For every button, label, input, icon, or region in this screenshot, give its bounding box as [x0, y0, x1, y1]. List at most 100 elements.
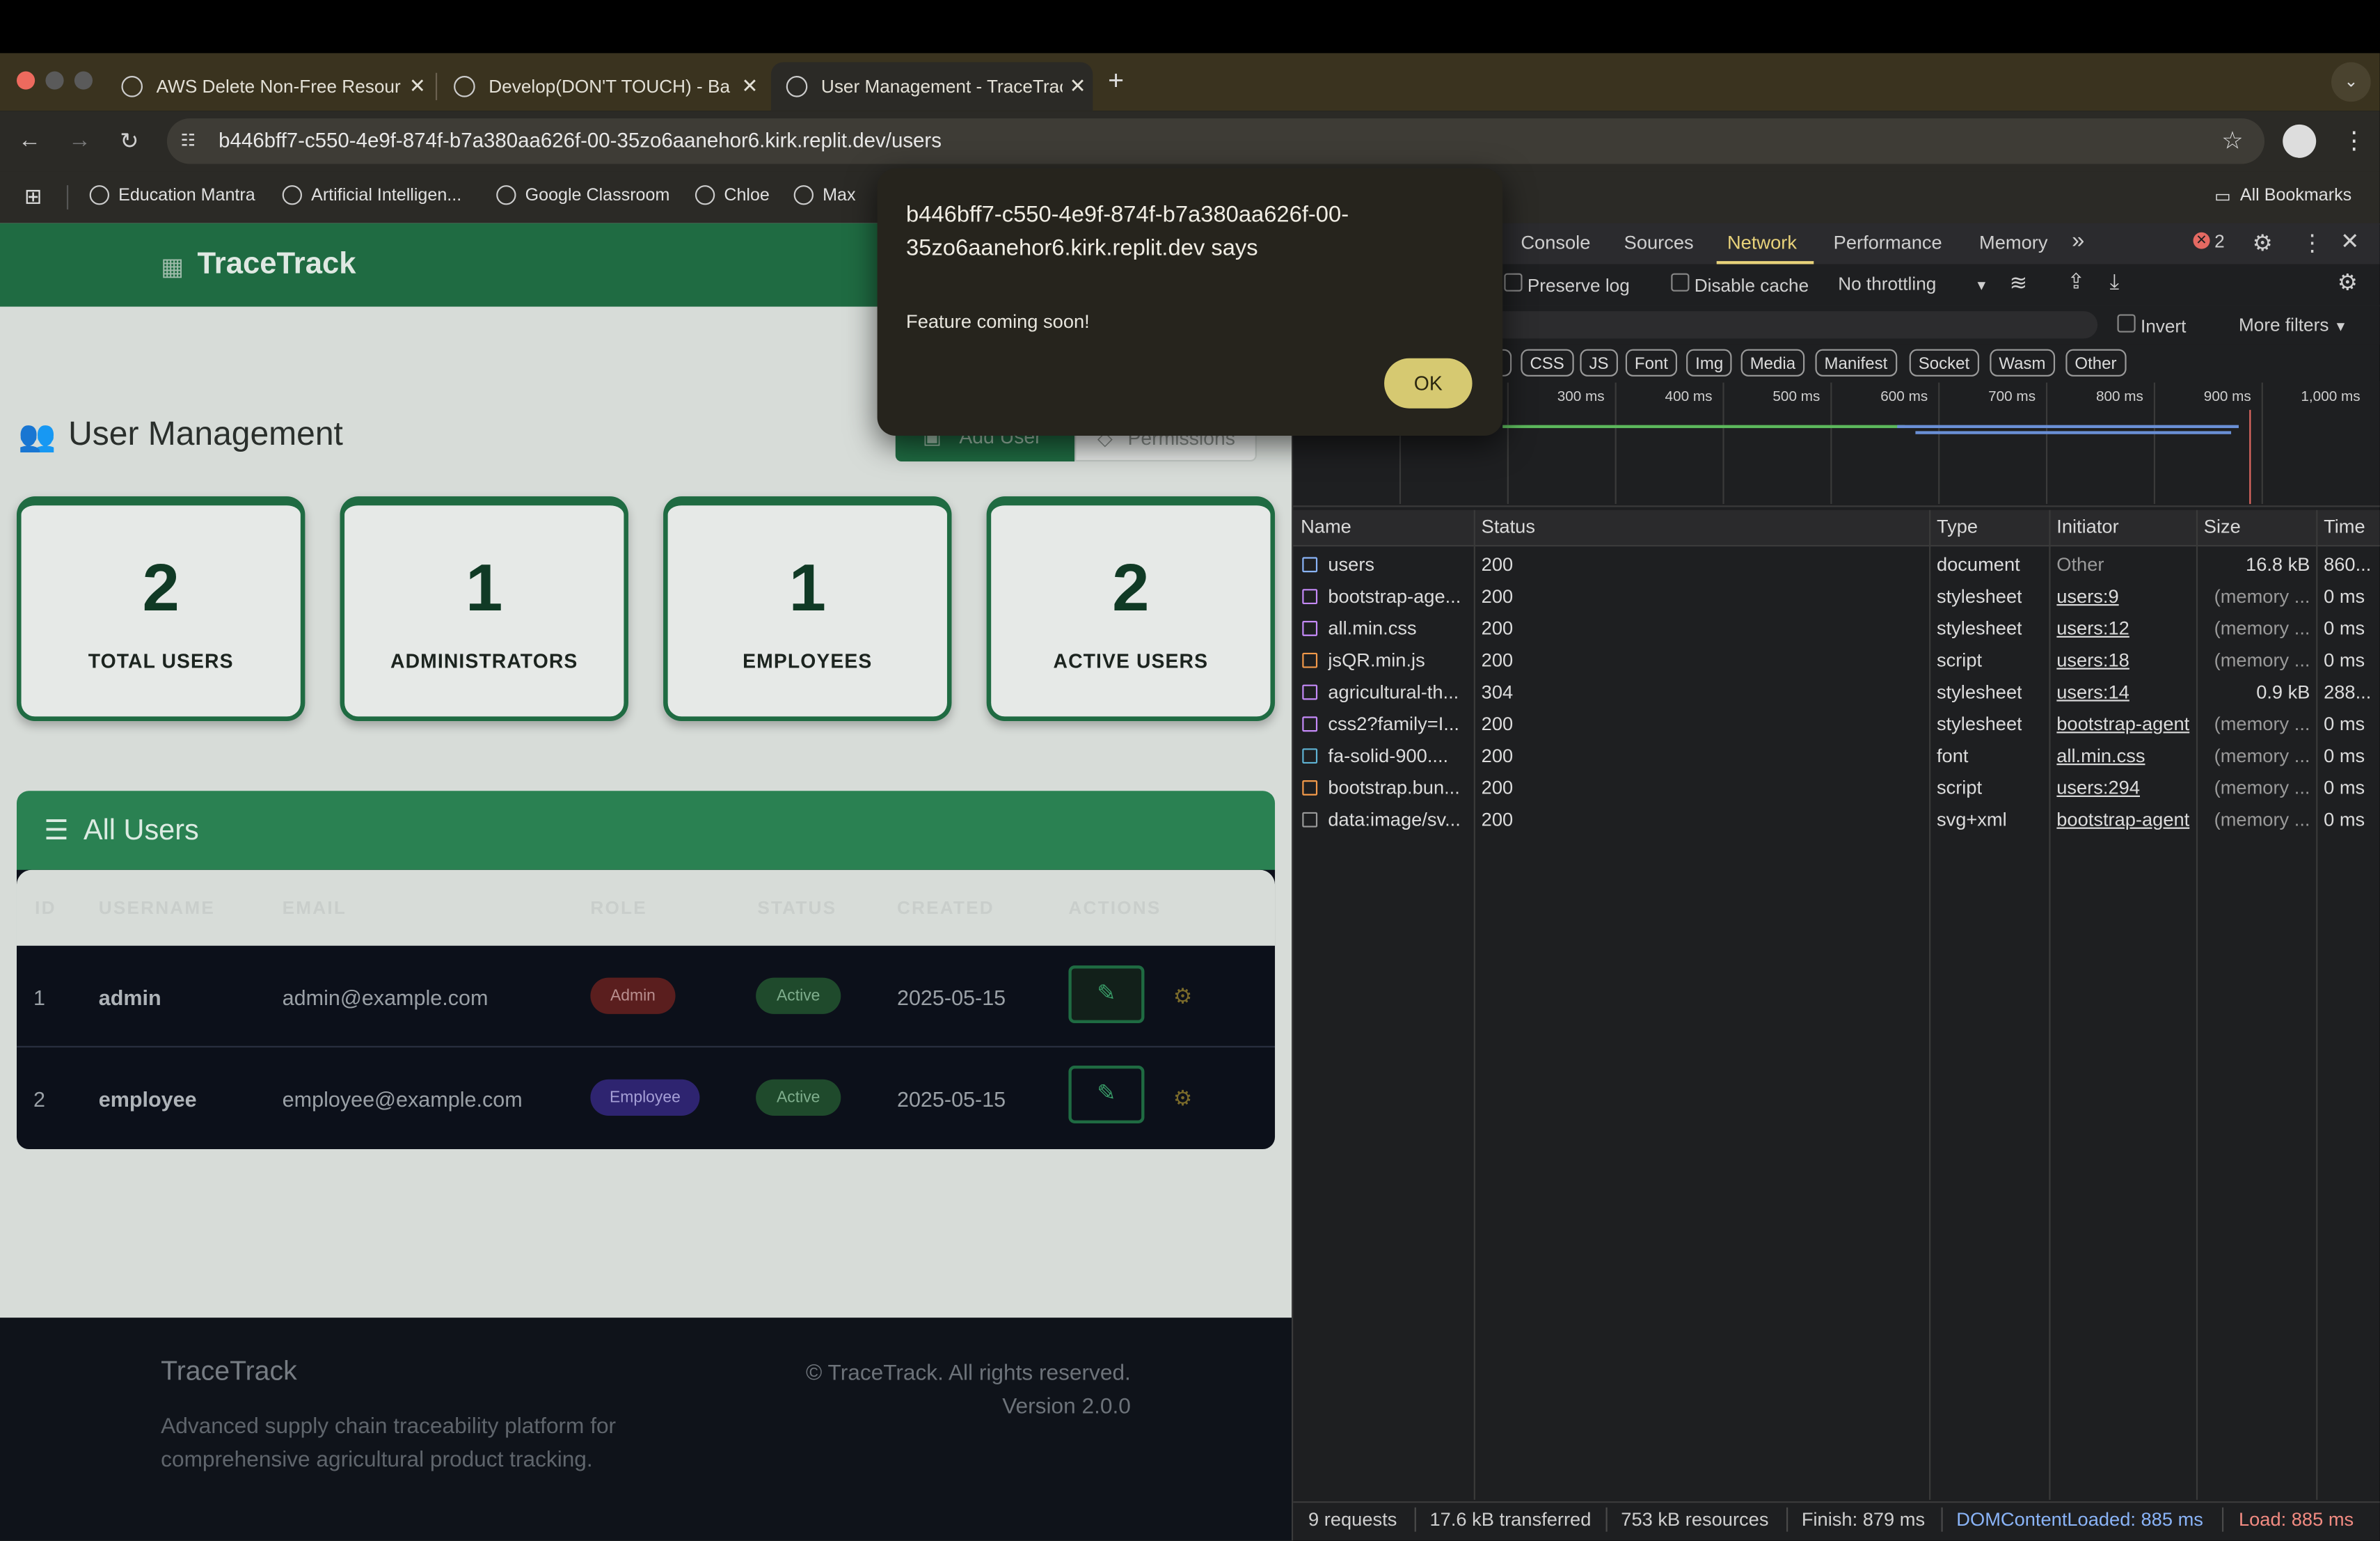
filter-chip-wasm[interactable]: Wasm	[1990, 349, 2055, 377]
cell-username: admin	[98, 985, 161, 1010]
tab-memory[interactable]: Memory	[1979, 232, 2047, 254]
filter-chip-js[interactable]: JS	[1580, 349, 1618, 377]
filter-chip-media[interactable]: Media	[1740, 349, 1805, 377]
request-time: 0 ms	[2324, 745, 2365, 767]
network-settings-icon[interactable]: ⚙	[2338, 269, 2358, 296]
request-name[interactable]: users	[1328, 554, 1470, 576]
request-name[interactable]: bootstrap-age...	[1328, 586, 1470, 608]
column-header: ACTIONS	[1068, 896, 1161, 919]
tab-network[interactable]: Network	[1727, 232, 1797, 254]
close-tab-icon[interactable]: ✕	[402, 74, 433, 99]
request-initiator[interactable]: users:14	[2056, 681, 2196, 703]
filter-chip-css[interactable]: CSS	[1521, 349, 1573, 377]
request-initiator[interactable]: all.min.css	[2056, 745, 2196, 767]
app-brand[interactable]: TraceTrack	[198, 248, 356, 283]
request-name[interactable]: css2?family=I...	[1328, 713, 1470, 735]
tab-sources[interactable]: Sources	[1624, 232, 1694, 254]
filter-chip-font[interactable]: Font	[1625, 349, 1678, 377]
close-devtools-icon[interactable]: ✕	[2340, 228, 2359, 255]
request-status: 200	[1481, 554, 1514, 576]
request-initiator[interactable]: users:9	[2056, 586, 2196, 608]
network-conditions-icon[interactable]: ≋	[2010, 270, 2028, 296]
request-initiator[interactable]: users:18	[2056, 649, 2196, 671]
column-size[interactable]: Size	[2204, 516, 2241, 538]
back-arrow-icon[interactable]: ←	[18, 127, 41, 153]
tab-performance[interactable]: Performance	[1834, 232, 1942, 254]
profile-avatar[interactable]	[2283, 124, 2317, 158]
invert-checkbox[interactable]: Invert	[2117, 314, 2186, 337]
site-settings-icon[interactable]: ☷	[181, 131, 203, 152]
ok-button[interactable]: OK	[1384, 358, 1473, 409]
devtools-menu-icon[interactable]: ⋮	[2301, 229, 2324, 257]
column-status[interactable]: Status	[1482, 516, 1535, 538]
bookmark-education-mantra[interactable]: Education Mantra	[89, 185, 255, 205]
filter-chip-socket[interactable]: Socket	[1909, 349, 1979, 377]
reload-icon[interactable]: ↻	[120, 127, 138, 155]
request-initiator[interactable]: bootstrap-agent	[2056, 713, 2196, 735]
filter-chip-img[interactable]: Img	[1686, 349, 1733, 377]
browser-menu-icon[interactable]: ⋮	[2342, 126, 2366, 157]
request-name[interactable]: agricultural-th...	[1328, 681, 1470, 703]
footer-meta: © TraceTrack. All rights reserved. Versi…	[806, 1357, 1131, 1424]
user-settings-icon[interactable]: ⚙	[1173, 983, 1192, 1009]
request-type: script	[1936, 777, 1983, 799]
request-status: 200	[1481, 777, 1514, 799]
throttling-select[interactable]: No throttling ▼	[1838, 274, 1988, 295]
preserve-log-checkbox[interactable]: Preserve log	[1504, 273, 1630, 296]
request-name[interactable]: all.min.css	[1328, 618, 1470, 640]
more-tabs-icon[interactable]: »	[2072, 228, 2084, 253]
export-har-icon[interactable]: ⤓	[2110, 269, 2120, 294]
timeline-gridline	[2045, 382, 2048, 505]
filter-chip-other[interactable]: Other	[2065, 349, 2126, 377]
request-size: (memory ...	[2214, 809, 2310, 831]
request-initiator[interactable]: users:12	[2056, 618, 2196, 640]
error-count[interactable]: 2	[2214, 231, 2225, 253]
request-initiator[interactable]: bootstrap-agent	[2056, 809, 2196, 830]
bookmark-artificial-intelligence[interactable]: Artificial Intelligen...	[282, 185, 461, 205]
request-name[interactable]: data:image/sv...	[1328, 809, 1470, 830]
forward-arrow-icon[interactable]: →	[68, 127, 91, 153]
url-text[interactable]: b446bff7-c550-4e9f-874f-b7a380aa626f-00-…	[219, 129, 942, 152]
column-time[interactable]: Time	[2324, 516, 2365, 538]
maximize-window-button[interactable]	[74, 71, 93, 90]
disable-cache-checkbox[interactable]: Disable cache	[1671, 273, 1809, 296]
close-window-button[interactable]	[16, 71, 35, 90]
request-initiator[interactable]: users:294	[2056, 777, 2196, 799]
filter-chip-manifest[interactable]: Manifest	[1815, 349, 1897, 377]
tab-console[interactable]: Console	[1521, 232, 1590, 254]
browser-tab-aws[interactable]: AWS Delete Non-Free Resour ✕	[106, 62, 433, 111]
status-badge: Active	[756, 977, 841, 1014]
browser-tab-develop[interactable]: Develop(DON'T TOUCH) - Ba ✕	[438, 62, 765, 111]
checkbox-box	[1671, 273, 1690, 292]
request-initiator[interactable]: Other	[2056, 554, 2196, 576]
minimize-window-button[interactable]	[45, 71, 64, 90]
timeline-tick: 400 ms	[1665, 388, 1713, 406]
column-name[interactable]: Name	[1301, 516, 1351, 538]
edit-user-button[interactable]: ✎	[1068, 1066, 1145, 1123]
all-users-title: All Users	[83, 815, 199, 847]
bookmark-star-icon[interactable]: ☆	[2221, 126, 2243, 157]
user-settings-icon[interactable]: ⚙	[1173, 1085, 1192, 1111]
devtools-settings-icon[interactable]: ⚙	[2253, 229, 2273, 257]
tab-search-chevron-icon[interactable]: ⌄	[2331, 62, 2371, 102]
browser-tab-user-management[interactable]: User Management - TraceTrac ✕	[770, 62, 1093, 111]
close-tab-icon[interactable]: ✕	[735, 74, 765, 99]
import-har-icon[interactable]: ⇪	[2068, 269, 2086, 294]
all-bookmarks[interactable]: ▭ All Bookmarks	[2214, 185, 2351, 206]
column-type[interactable]: Type	[1937, 516, 1978, 538]
close-tab-icon[interactable]: ✕	[1063, 74, 1093, 99]
bookmark-google-classroom[interactable]: Google Classroom	[496, 185, 669, 205]
bookmark-max[interactable]: Max	[793, 185, 856, 205]
apps-grid-icon[interactable]: ⊞	[24, 184, 47, 208]
column-initiator[interactable]: Initiator	[2056, 516, 2118, 538]
request-name[interactable]: jsQR.min.js	[1328, 649, 1470, 671]
bookmark-chloe[interactable]: Chloe	[695, 185, 770, 205]
address-bar[interactable]: ☷ b446bff7-c550-4e9f-874f-b7a380aa626f-0…	[166, 118, 2265, 164]
new-tab-button[interactable]: +	[1108, 65, 1124, 97]
edit-user-button[interactable]: ✎	[1068, 965, 1145, 1023]
footer-version: Version 2.0.0	[1002, 1395, 1131, 1420]
timeline-tick: 300 ms	[1557, 388, 1605, 406]
request-name[interactable]: bootstrap.bun...	[1328, 777, 1470, 799]
request-name[interactable]: fa-solid-900....	[1328, 745, 1470, 767]
more-filters-button[interactable]: More filters ▼	[2239, 314, 2347, 335]
